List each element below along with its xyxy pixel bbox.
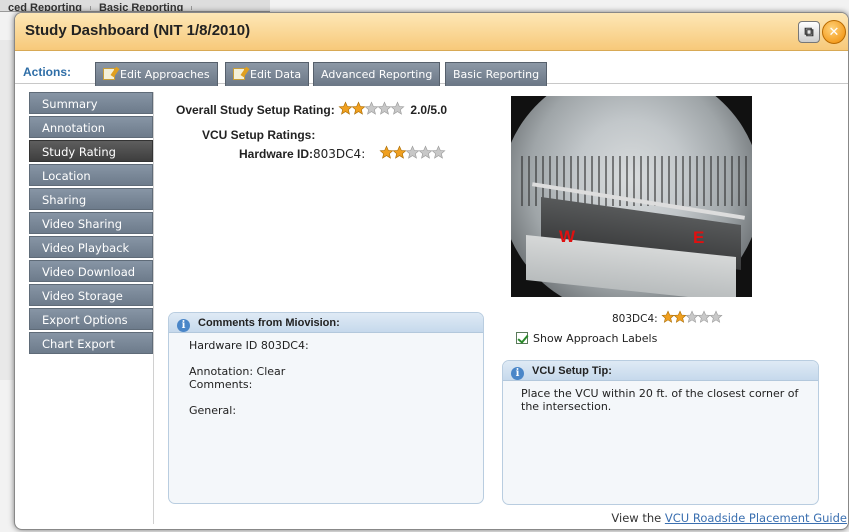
background-tab: Basic Reporting: [91, 3, 193, 11]
tab-label: Edit Approaches: [120, 68, 210, 81]
info-icon: i: [177, 319, 190, 332]
comment-line: [189, 391, 463, 404]
star-empty-icon: [709, 310, 723, 323]
study-dashboard-dialog: Study Dashboard (NIT 1/8/2010) ⧉ ✕ Actio…: [14, 12, 849, 530]
sidebar-item-summary[interactable]: Summary: [29, 92, 153, 114]
camera-snapshot: W E: [511, 96, 752, 297]
background-tab: ced Reporting: [0, 3, 91, 11]
close-icon[interactable]: ✕: [822, 20, 846, 44]
study-rating-content: Overall Study Setup Rating: 2.0/5.0 VCU …: [153, 92, 847, 525]
tab-label: Basic Reporting: [453, 68, 540, 81]
sidebar-nav: Summary Annotation Study Rating Location…: [29, 92, 153, 356]
comments-body: Hardware ID 803DC4: Annotation: Clear Co…: [169, 333, 483, 423]
advanced-reporting-tab[interactable]: Advanced Reporting: [313, 62, 441, 86]
edit-icon: [233, 68, 245, 80]
info-icon: i: [511, 367, 524, 380]
comment-line: Annotation: Clear: [189, 365, 286, 378]
comment-line: Comments:: [189, 378, 253, 391]
overall-rating-label: Overall Study Setup Rating:: [176, 103, 335, 117]
sidebar-item-sharing[interactable]: Sharing: [29, 188, 153, 210]
dialog-title: Study Dashboard (NIT 1/8/2010): [25, 22, 251, 39]
actions-label: Actions:: [23, 65, 71, 79]
hardware-id-value: 803DC4:: [313, 147, 366, 161]
basic-reporting-tab[interactable]: Basic Reporting: [445, 62, 548, 86]
show-approach-labels-checkbox[interactable]: [516, 332, 528, 344]
sidebar-item-location[interactable]: Location: [29, 164, 153, 186]
sidebar-item-video-sharing[interactable]: Video Sharing: [29, 212, 153, 234]
comment-line: Hardware ID 803DC4:: [189, 339, 309, 352]
approach-label-east: E: [693, 228, 705, 247]
overall-rating-value: 2.0/5.0: [410, 103, 448, 117]
vcu-setup-tip-panel: i VCU Setup Tip: Place the VCU within 20 …: [502, 360, 819, 505]
hardware-rating-row: Hardware ID:803DC4:: [239, 145, 446, 163]
show-approach-labels-text: Show Approach Labels: [533, 332, 658, 345]
footer-prefix: View the: [611, 511, 662, 525]
tab-label: Edit Data: [250, 68, 302, 81]
star-empty-icon: [390, 101, 405, 115]
tip-text: Place the VCU within 20 ft. of the close…: [521, 387, 799, 413]
comments-title: Comments from Miovision:: [198, 317, 340, 329]
sidebar-item-export-options[interactable]: Export Options: [29, 308, 153, 330]
placement-guide-footer: View the VCU Roadside Placement Guide: [611, 511, 847, 525]
dialog-titlebar: Study Dashboard (NIT 1/8/2010) ⧉ ✕: [15, 13, 848, 51]
tab-label: Advanced Reporting: [321, 68, 433, 81]
comment-line: [189, 352, 463, 365]
sidebar-item-chart-export[interactable]: Chart Export: [29, 332, 153, 354]
edit-approaches-tab[interactable]: Edit Approaches: [95, 62, 218, 86]
edit-data-tab[interactable]: Edit Data: [225, 62, 310, 86]
show-approach-labels[interactable]: Show Approach Labels: [516, 332, 657, 345]
edit-icon: [103, 68, 115, 80]
hardware-id-label: Hardware ID:: [239, 147, 314, 161]
overall-rating-stars: [338, 101, 405, 119]
tip-title: VCU Setup Tip:: [532, 365, 612, 377]
comments-panel-header: i Comments from Miovision:: [169, 313, 483, 333]
comment-line: General:: [189, 404, 237, 417]
approach-label-west: W: [559, 227, 576, 246]
actions-bar: Actions: Edit Approaches Edit Data Advan…: [15, 52, 848, 86]
vcu-ratings-heading: VCU Setup Ratings:: [202, 128, 316, 142]
sidebar-item-video-playback[interactable]: Video Playback: [29, 236, 153, 258]
sidebar-item-study-rating[interactable]: Study Rating: [29, 140, 153, 162]
sidebar-item-video-download[interactable]: Video Download: [29, 260, 153, 282]
sidebar-item-video-storage[interactable]: Video Storage: [29, 284, 153, 306]
sidebar-item-annotation[interactable]: Annotation: [29, 116, 153, 138]
overall-rating: Overall Study Setup Rating: 2.0/5.0: [176, 101, 447, 119]
tip-panel-header: i VCU Setup Tip:: [503, 361, 818, 381]
camera-caption: 803DC4:: [612, 313, 658, 325]
restore-window-icon[interactable]: ⧉: [798, 21, 820, 43]
hardware-rating-stars: [379, 145, 446, 163]
camera-rating: 803DC4:: [612, 310, 723, 327]
background-tab-strip: ced Reporting Basic Reporting: [0, 0, 270, 12]
comments-panel: i Comments from Miovision: Hardware ID 80…: [168, 312, 484, 504]
camera-rating-stars: [661, 310, 723, 327]
placement-guide-link[interactable]: VCU Roadside Placement Guide: [665, 511, 847, 525]
star-empty-icon: [431, 145, 446, 159]
